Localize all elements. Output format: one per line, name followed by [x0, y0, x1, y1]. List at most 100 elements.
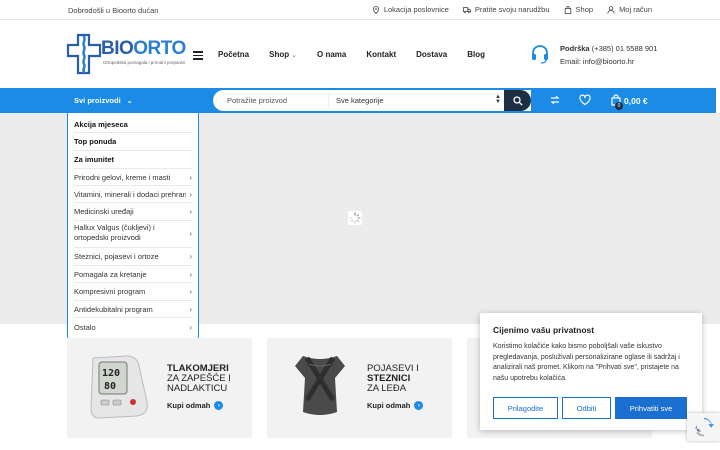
compare-icon[interactable]: [549, 94, 561, 106]
recaptcha-badge[interactable]: [687, 413, 720, 441]
cookie-title: Cijenimo vašu privatnost: [493, 325, 595, 335]
chevron-right-icon: ›: [214, 401, 224, 410]
category-item[interactable]: Medicinski uređaji ›: [74, 203, 192, 221]
chevron-right-icon: ›: [414, 401, 424, 410]
logo-wordmark: BIOORTO: [101, 38, 186, 60]
accept-all-button[interactable]: Prihvatiti sve: [615, 397, 687, 419]
category-item[interactable]: Prirodni gelovi, kreme i masti ›: [74, 169, 192, 186]
promo-title-line: NADLAKTICU: [167, 383, 228, 394]
header: BIOORTO Ortopedska pomagala i prirodni p…: [0, 20, 720, 88]
all-products-button[interactable]: Svi proizvodi ⌄: [74, 96, 133, 105]
cookie-text: Koristimo kolačiće kako bismo poboljšali…: [493, 343, 680, 382]
search-form: Sve kategorije ▲▼: [213, 90, 531, 111]
chevron-right-icon: ›: [189, 189, 192, 199]
chevron-right-icon: ›: [189, 172, 192, 182]
top-links: Lokacija poslovnice Pratite svoju narudž…: [372, 5, 652, 14]
category-label: Antidekubitalni program: [74, 304, 153, 314]
category-label: Ostalo: [74, 322, 96, 332]
select-arrows-icon: ▲ ▼: [495, 94, 501, 105]
promo-title: TLAKOMJERI ZA ZAPEŠĆE I NADLAKTICU: [167, 364, 231, 394]
category-item[interactable]: Steznici, pojasevi i ortoze ›: [74, 248, 192, 266]
search-button[interactable]: [504, 90, 531, 111]
chevron-right-icon: ›: [189, 322, 192, 332]
headset-icon: [532, 45, 548, 64]
top-bar: Dobrodošli u Bioorto dućan Lokacija posl…: [0, 0, 720, 20]
reject-button[interactable]: Odbiti: [562, 397, 611, 419]
cart-total[interactable]: 0,00 €: [624, 96, 648, 106]
promo-title-line: ZA LEĐA: [367, 383, 407, 394]
category-label: Pomagala za kretanje: [74, 269, 147, 279]
category-item[interactable]: Vitamini, minerali i dodaci prehrani ›: [74, 186, 192, 203]
promo-card-back-braces[interactable]: POJASEVI I STEZNICI ZA LEĐA Kupi odmah ›: [267, 338, 452, 438]
shop-link[interactable]: Shop: [564, 5, 594, 14]
customize-button[interactable]: Prilagodite: [493, 397, 558, 419]
chevron-right-icon: ›: [189, 207, 192, 216]
welcome-text: Dobrodošli u Bioorto dućan: [68, 6, 159, 15]
nav-shop-label: Shop: [269, 50, 290, 59]
category-item[interactable]: Akcija mjeseca: [74, 116, 192, 133]
store-location-link[interactable]: Lokacija poslovnice: [372, 5, 449, 14]
user-icon: [607, 5, 615, 14]
promo-title: POJASEVI I STEZNICI ZA LEĐA: [367, 364, 419, 394]
category-label: Top ponuda: [74, 137, 117, 146]
category-item[interactable]: Za imunitet: [74, 151, 192, 169]
cart-count-badge: 0: [615, 102, 623, 110]
category-label: Kompresivni program: [74, 287, 146, 296]
category-item[interactable]: Pomagala za kretanje ›: [74, 266, 192, 283]
support-label: Podrška: [560, 44, 590, 53]
svg-text:120: 120: [102, 368, 120, 379]
my-account-link[interactable]: Moj račun: [607, 5, 652, 14]
category-item[interactable]: Ostalo ›: [74, 318, 192, 336]
buy-now-label: Kupi odmah: [167, 401, 211, 410]
support-phone[interactable]: (+385) 01 5588 901: [592, 44, 658, 53]
category-item[interactable]: Kompresivni program ›: [74, 283, 192, 301]
category-menu: Akcija mjeseca Top ponuda Za imunitet Pr…: [67, 113, 199, 341]
map-pin-icon: [372, 5, 379, 14]
shop-label: Shop: [575, 5, 594, 14]
chevron-right-icon: ›: [189, 304, 192, 314]
category-item[interactable]: Antidekubitalni program ›: [74, 301, 192, 318]
category-label: Vitamini, minerali i dodaci prehrani: [74, 189, 186, 199]
buy-now-link[interactable]: Kupi odmah ›: [167, 401, 224, 410]
category-label: Za imunitet: [74, 155, 115, 164]
recaptcha-icon: [695, 417, 714, 437]
shopping-bag-icon: [564, 5, 571, 14]
nav-contact[interactable]: Kontakt: [366, 50, 396, 59]
chevron-right-icon: ›: [189, 269, 192, 279]
support-phone-line: Podrška (+385) 01 5588 901: [560, 44, 657, 53]
truck-icon: [462, 6, 471, 13]
nav-home[interactable]: Početna: [218, 50, 249, 59]
category-label: Prirodni gelovi, kreme i masti: [74, 172, 171, 182]
chevron-right-icon: ›: [189, 229, 192, 238]
search-input[interactable]: [227, 94, 327, 107]
category-item[interactable]: Hallux Valgus (čukljevi) i ortopedski pr…: [74, 221, 192, 248]
nav-shop[interactable]: Shop ⌄: [269, 50, 297, 59]
track-order-link[interactable]: Pratite svoju narudžbu: [462, 5, 550, 14]
back-brace-image: [295, 356, 345, 415]
heart-icon[interactable]: [579, 94, 591, 106]
site-logo[interactable]: BIOORTO Ortopedska pomagala i prirodni p…: [66, 33, 186, 75]
chevron-right-icon: ›: [189, 252, 192, 261]
loading-spinner-icon: [348, 211, 362, 225]
chevron-down-icon: ⌄: [126, 97, 133, 105]
svg-text:80: 80: [104, 381, 116, 392]
promo-card-blood-pressure[interactable]: 120 80 TLAKOMJERI ZA ZAPEŠĆE I NADLAKTIC…: [67, 338, 252, 438]
navigation-bar: Svi proizvodi ⌄ Sve kategorije ▲▼ 0 0,00…: [0, 88, 716, 113]
search-icon: [512, 95, 523, 106]
nav-about[interactable]: O nama: [317, 50, 346, 59]
all-products-label: Svi proizvodi: [74, 96, 121, 105]
support-email[interactable]: Email: info@bioorto.hr: [560, 57, 634, 66]
cookie-consent-dialog: Cijenimo vašu privatnost Koristimo kolač…: [480, 313, 702, 430]
nav-delivery[interactable]: Dostava: [416, 50, 447, 59]
nav-blog[interactable]: Blog: [467, 50, 485, 59]
logo-tagline: Ortopedska pomagala i prirodni preparati: [103, 60, 185, 65]
hamburger-menu-icon[interactable]: [193, 51, 203, 60]
buy-now-label: Kupi odmah: [367, 401, 411, 410]
my-account-label: Moj račun: [619, 5, 652, 14]
buy-now-link[interactable]: Kupi odmah ›: [367, 401, 424, 410]
blood-pressure-monitor-image: 120 80: [90, 355, 148, 419]
track-order-label: Pratite svoju narudžbu: [474, 5, 550, 14]
category-select[interactable]: Sve kategorije: [336, 96, 501, 105]
category-item[interactable]: Top ponuda: [74, 133, 192, 151]
chevron-right-icon: ›: [189, 287, 192, 296]
